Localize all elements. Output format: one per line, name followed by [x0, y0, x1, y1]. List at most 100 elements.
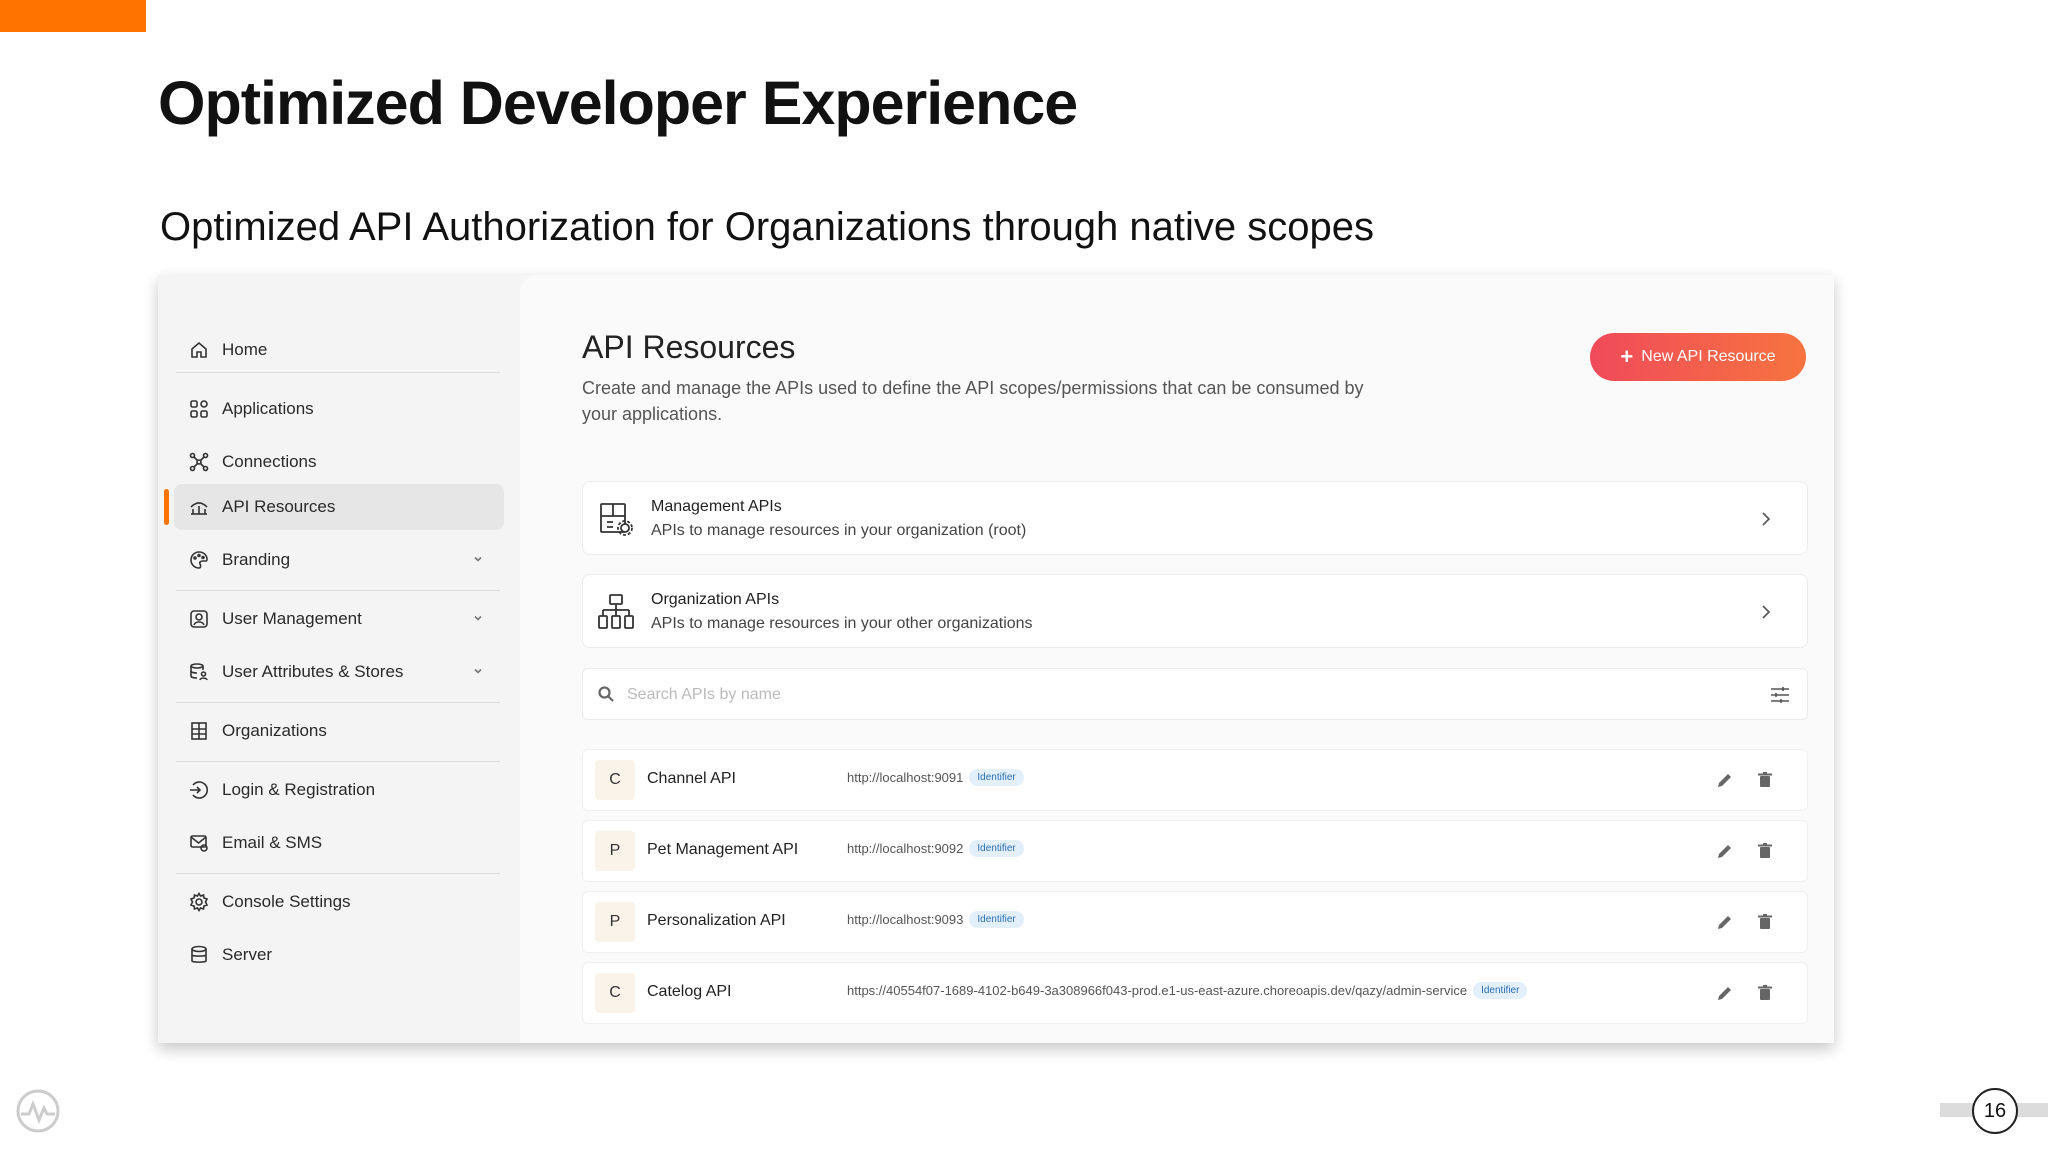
divider	[176, 590, 500, 591]
slide-title: Optimized Developer Experience	[158, 69, 1078, 137]
search-input[interactable]	[627, 681, 1627, 709]
main-panel: API Resources Create and manage the APIs…	[520, 275, 1834, 1043]
sidebar-item-api-resources[interactable]: API Resources	[174, 484, 504, 530]
user-icon	[188, 608, 210, 630]
api-name: Channel API	[647, 770, 736, 787]
connections-icon	[188, 451, 210, 473]
organization-apis-card[interactable]: Organization APIs APIs to manage resourc…	[582, 574, 1808, 648]
card-title: Organization APIs	[651, 591, 780, 608]
organization-tree-icon	[597, 593, 635, 631]
delete-icon[interactable]	[1755, 841, 1775, 861]
api-url: http://localhost:9091	[847, 770, 964, 785]
sidebar-item-label: Connections	[222, 452, 317, 471]
edit-icon[interactable]	[1715, 841, 1735, 861]
api-name: Catelog API	[647, 983, 732, 1000]
chevron-down-icon[interactable]	[472, 550, 486, 564]
edit-icon[interactable]	[1715, 912, 1735, 932]
sidebar-item-server[interactable]: Server	[174, 932, 504, 978]
sidebar-item-label: Home	[222, 340, 268, 359]
sidebar-item-applications[interactable]: Applications	[174, 386, 504, 432]
api-icon	[188, 496, 210, 518]
sidebar-item-label: Email & SMS	[222, 833, 323, 852]
sidebar-item-label: Server	[222, 945, 273, 964]
gear-icon	[188, 891, 210, 913]
sidebar-item-label: Organizations	[222, 721, 327, 740]
chevron-down-icon[interactable]	[472, 609, 486, 623]
sidebar-item-organizations[interactable]: Organizations	[174, 708, 504, 754]
sidebar-item-home[interactable]: Home	[174, 327, 504, 373]
api-identifier: https://40554f07-1689-4102-b649-3a308966…	[847, 982, 1528, 999]
table-row[interactable]: C Channel API http://localhost:9091 Ident…	[582, 749, 1808, 811]
search-bar	[582, 668, 1808, 720]
api-url: http://localhost:9093	[847, 912, 964, 927]
edit-icon[interactable]	[1715, 770, 1735, 790]
management-api-icon	[597, 500, 635, 538]
sidebar-item-label: Branding	[222, 550, 291, 569]
sidebar-item-label: Login & Registration	[222, 780, 376, 799]
search-icon	[597, 685, 615, 703]
table-row[interactable]: P Personalization API http://localhost:9…	[582, 891, 1808, 953]
identifier-badge: Identifier	[969, 911, 1024, 928]
divider	[176, 761, 500, 762]
sidebar-item-email-sms[interactable]: Email & SMS	[174, 820, 504, 866]
api-url: http://localhost:9092	[847, 841, 964, 856]
home-icon	[188, 339, 210, 361]
console-screenshot: Home Applications Connections API Resour…	[158, 275, 1834, 1043]
api-identifier: http://localhost:9091 Identifier	[847, 769, 1024, 786]
palette-icon	[188, 549, 210, 571]
api-avatar: C	[595, 760, 635, 800]
grid-icon	[188, 398, 210, 420]
sidebar-item-label: API Resources	[222, 497, 336, 516]
management-apis-card[interactable]: Management APIs APIs to manage resources…	[582, 481, 1808, 555]
sidebar-item-user-attributes-stores[interactable]: User Attributes & Stores	[174, 649, 504, 695]
table-row[interactable]: C Catelog API https://40554f07-1689-4102…	[582, 962, 1808, 1024]
sidebar: Home Applications Connections API Resour…	[158, 275, 520, 1043]
page-number: 16	[1972, 1088, 2018, 1134]
database-icon	[188, 944, 210, 966]
delete-icon[interactable]	[1755, 983, 1775, 1003]
api-name: Personalization API	[647, 912, 786, 929]
api-url: https://40554f07-1689-4102-b649-3a308966…	[847, 983, 1468, 998]
sidebar-item-connections[interactable]: Connections	[174, 439, 504, 485]
divider	[176, 873, 500, 874]
page-description: Create and manage the APIs used to defin…	[582, 378, 1364, 424]
sidebar-item-label: User Attributes & Stores	[222, 662, 404, 681]
chevron-down-icon[interactable]	[472, 662, 486, 676]
card-subtitle: APIs to manage resources in your other o…	[651, 615, 1033, 632]
chevron-right-icon	[1759, 511, 1773, 527]
sidebar-item-label: Applications	[222, 399, 314, 418]
sidebar-item-console-settings[interactable]: Console Settings	[174, 879, 504, 925]
sidebar-item-user-management[interactable]: User Management	[174, 596, 504, 642]
chevron-right-icon	[1759, 604, 1773, 620]
mail-icon	[188, 832, 210, 854]
plus-icon: +	[1620, 344, 1634, 369]
table-row[interactable]: P Pet Management API http://localhost:90…	[582, 820, 1808, 882]
api-identifier: http://localhost:9092 Identifier	[847, 840, 1024, 857]
delete-icon[interactable]	[1755, 770, 1775, 790]
slide-subtitle: Optimized API Authorization for Organiza…	[160, 205, 1375, 249]
active-indicator	[164, 489, 169, 525]
api-avatar: P	[595, 831, 635, 871]
delete-icon[interactable]	[1755, 912, 1775, 932]
card-subtitle: APIs to manage resources in your organiz…	[651, 522, 1027, 539]
identifier-badge: Identifier	[1473, 982, 1528, 999]
divider	[176, 702, 500, 703]
page-title: API Resources	[582, 329, 796, 365]
login-icon	[188, 779, 210, 801]
sidebar-item-branding[interactable]: Branding	[174, 537, 504, 583]
filter-icon[interactable]	[1769, 684, 1791, 706]
sidebar-item-label: User Management	[222, 609, 362, 628]
identifier-badge: Identifier	[969, 769, 1024, 786]
accent-bar	[0, 0, 146, 32]
sidebar-item-label: Console Settings	[222, 892, 351, 911]
edit-icon[interactable]	[1715, 983, 1735, 1003]
new-api-resource-label: New API Resource	[1641, 348, 1776, 365]
user-store-icon	[188, 661, 210, 683]
sidebar-item-login-registration[interactable]: Login & Registration	[174, 767, 504, 813]
identifier-badge: Identifier	[969, 840, 1024, 857]
footer-logo	[15, 1088, 61, 1134]
api-name: Pet Management API	[647, 841, 799, 858]
new-api-resource-button[interactable]: + New API Resource	[1590, 333, 1806, 381]
divider	[176, 372, 500, 373]
building-icon	[188, 720, 210, 742]
